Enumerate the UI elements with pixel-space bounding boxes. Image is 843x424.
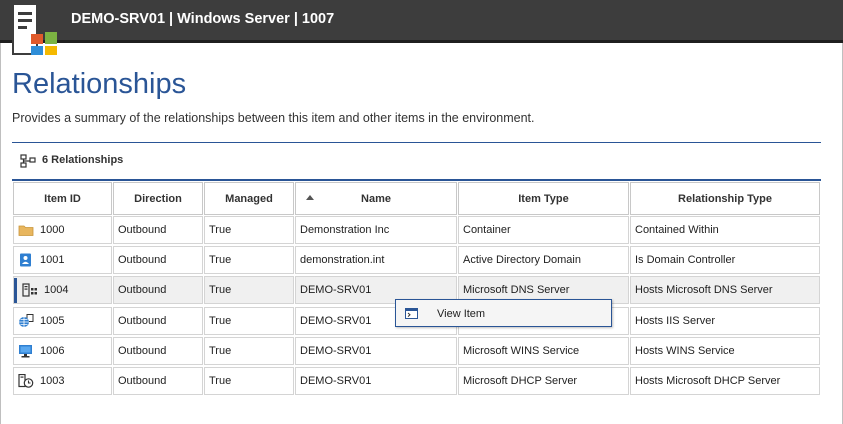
item-id-value: 1005 bbox=[40, 314, 65, 327]
view-item-icon bbox=[405, 308, 418, 319]
table-row[interactable]: 1003 Outbound True DEMO-SRV01 Microsoft … bbox=[12, 366, 821, 397]
cell-relationship-type: Hosts Microsoft DHCP Server bbox=[630, 366, 820, 395]
column-header-label: Name bbox=[361, 192, 391, 205]
wins-service-icon bbox=[19, 344, 32, 358]
cell-relationship-type: Hosts IIS Server bbox=[630, 306, 820, 335]
cell-item-id: 1000 bbox=[13, 216, 112, 244]
table-row[interactable]: 1001 Outbound True demonstration.int Act… bbox=[12, 246, 821, 276]
context-menu: View Item bbox=[395, 299, 612, 327]
cell-item-id: 1004 bbox=[13, 276, 112, 305]
relationships-icon bbox=[20, 154, 36, 168]
active-directory-domain-icon bbox=[20, 253, 31, 267]
dhcp-server-icon bbox=[18, 373, 34, 388]
page-description: Provides a summary of the relationships … bbox=[12, 111, 535, 125]
cell-direction: Outbound bbox=[113, 216, 203, 244]
column-header-managed[interactable]: Managed bbox=[204, 182, 294, 215]
context-menu-item-label: View Item bbox=[437, 308, 486, 320]
cell-direction: Outbound bbox=[113, 366, 203, 395]
cell-managed: True bbox=[204, 246, 294, 275]
page-title: Relationships bbox=[12, 68, 187, 100]
column-header-relationship-type[interactable]: Relationship Type bbox=[630, 182, 820, 215]
item-id-value: 1006 bbox=[40, 344, 65, 357]
dns-server-icon bbox=[22, 283, 37, 297]
column-header-label: Direction bbox=[134, 192, 182, 205]
cell-item-type: Microsoft WINS Service bbox=[458, 336, 629, 365]
cell-direction: Outbound bbox=[113, 306, 203, 335]
table-row[interactable]: 1000 Outbound True Demonstration Inc Con… bbox=[12, 216, 821, 246]
item-id-value: 1003 bbox=[40, 374, 65, 387]
cell-item-type: Microsoft DHCP Server bbox=[458, 366, 629, 395]
description-divider bbox=[12, 142, 821, 143]
cell-item-id: 1003 bbox=[13, 366, 112, 395]
item-id-value: 1004 bbox=[44, 284, 69, 297]
window-title: DEMO-SRV01 | Windows Server | 1007 bbox=[71, 11, 335, 27]
grid-header-row: Item ID Direction Managed Name Item Type… bbox=[12, 181, 821, 216]
column-header-item-type[interactable]: Item Type bbox=[458, 182, 629, 215]
column-header-direction[interactable]: Direction bbox=[113, 182, 203, 215]
cell-name: DEMO-SRV01 bbox=[295, 366, 457, 395]
cell-direction: Outbound bbox=[113, 276, 203, 305]
cell-item-type: Container bbox=[458, 216, 629, 244]
selected-row-marker bbox=[14, 278, 17, 304]
cell-name: Demonstration Inc bbox=[295, 216, 457, 244]
relationships-grid: Item ID Direction Managed Name Item Type… bbox=[12, 181, 821, 397]
cell-managed: True bbox=[204, 366, 294, 395]
cell-managed: True bbox=[204, 216, 294, 244]
cell-managed: True bbox=[204, 306, 294, 335]
cell-managed: True bbox=[204, 336, 294, 365]
cell-item-id: 1006 bbox=[13, 336, 112, 365]
column-header-label: Managed bbox=[225, 192, 273, 205]
cell-relationship-type: Hosts WINS Service bbox=[630, 336, 820, 365]
cell-managed: True bbox=[204, 276, 294, 305]
cell-item-type: Active Directory Domain bbox=[458, 246, 629, 275]
cell-relationship-type: Contained Within bbox=[630, 216, 820, 244]
relationship-count: 6 Relationships bbox=[42, 154, 124, 166]
item-id-value: 1000 bbox=[40, 224, 65, 236]
cell-direction: Outbound bbox=[113, 246, 203, 275]
cell-item-id: 1005 bbox=[13, 306, 112, 335]
folder-icon bbox=[18, 225, 34, 236]
cell-name: demonstration.int bbox=[295, 246, 457, 275]
item-id-value: 1001 bbox=[40, 254, 65, 267]
column-header-item-id[interactable]: Item ID bbox=[13, 182, 112, 215]
cell-item-id: 1001 bbox=[13, 246, 112, 275]
cell-name: DEMO-SRV01 bbox=[295, 336, 457, 365]
context-menu-item-view-item[interactable]: View Item bbox=[396, 300, 611, 326]
table-row[interactable]: 1006 Outbound True DEMO-SRV01 Microsoft … bbox=[12, 336, 821, 367]
column-header-label: Relationship Type bbox=[678, 192, 772, 205]
cell-direction: Outbound bbox=[113, 336, 203, 365]
iis-web-server-icon bbox=[19, 313, 34, 327]
cell-relationship-type: Hosts Microsoft DNS Server bbox=[630, 276, 820, 305]
sort-ascending-icon bbox=[306, 195, 314, 200]
column-header-label: Item ID bbox=[44, 192, 81, 205]
column-header-name[interactable]: Name bbox=[295, 182, 457, 215]
cell-relationship-type: Is Domain Controller bbox=[630, 246, 820, 275]
column-header-label: Item Type bbox=[518, 192, 569, 205]
